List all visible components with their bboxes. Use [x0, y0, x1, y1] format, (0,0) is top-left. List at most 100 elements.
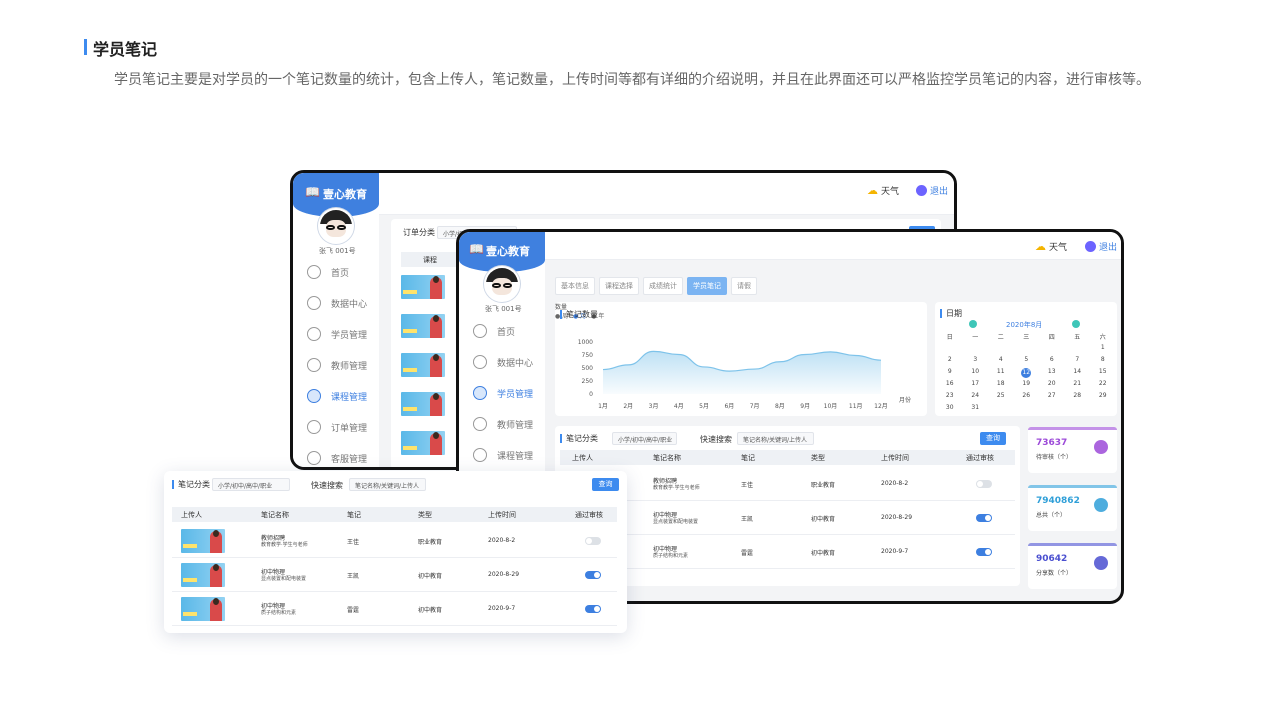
stat-label: 总共（个） [1036, 512, 1067, 519]
calendar-day[interactable]: 18 [988, 380, 1014, 387]
floating-notes-card: 笔记分类 小学/初中/高中/职业 快速搜索 笔记名称/关键词/上传人 查询 上传… [164, 471, 627, 633]
calendar-day[interactable]: 31 [963, 404, 989, 411]
calendar-day[interactable]: 29 [1090, 392, 1116, 399]
sidebar-item-2[interactable]: 学员管理 [473, 386, 533, 400]
calendar-day[interactable]: 21 [1065, 380, 1091, 387]
next-month-icon[interactable] [1072, 320, 1080, 328]
calendar-day[interactable]: 7 [1065, 356, 1091, 363]
approve-toggle[interactable] [976, 514, 992, 522]
approve-toggle[interactable] [976, 480, 992, 488]
calendar-day[interactable]: 10 [963, 368, 989, 378]
note-thumbnail[interactable] [181, 529, 225, 553]
table-row[interactable]: 初中物理 显点装置和配电装置 王凯 初中教育 2020-8-29 [172, 558, 617, 592]
calendar-day[interactable]: 30 [937, 404, 963, 411]
table-row[interactable]: 初中物理 质子结构和元素 雷霆 初中教育 2020-9-7 [172, 592, 617, 626]
tab-0[interactable]: 基本信息 [555, 277, 595, 295]
weather-widget[interactable]: ☁ 天气 [1035, 240, 1067, 253]
sidebar-item-4[interactable]: 课程管理 [307, 389, 367, 403]
avatar[interactable] [484, 266, 520, 302]
calendar-day-number: 12 [1021, 368, 1032, 378]
course-thumbnail[interactable] [401, 431, 445, 455]
table-header: 上传人 笔记名称 笔记 类型 上传时间 通过审核 [172, 507, 617, 522]
calendar-week-row: 2 3 4 5 6 7 8 [937, 356, 1116, 363]
logout-button[interactable]: 退出 [1085, 240, 1117, 253]
approve-toggle[interactable] [585, 605, 601, 613]
sidebar-item-5[interactable]: 订单管理 [307, 420, 367, 434]
approve-toggle[interactable] [585, 537, 601, 545]
calendar-day[interactable]: 15 [1090, 368, 1116, 378]
calendar-day[interactable]: 24 [963, 392, 989, 399]
sidebar-item-1[interactable]: 数据中心 [473, 355, 533, 369]
approve-toggle[interactable] [585, 571, 601, 579]
calendar-day[interactable]: 23 [937, 392, 963, 399]
table-row[interactable]: 初中物理 显点装置和配电装置 王凯 初中教育 2020-8-29 [560, 501, 1015, 535]
calendar-day[interactable]: 17 [963, 380, 989, 387]
logout-button[interactable]: 退出 [916, 184, 948, 197]
weather-widget[interactable]: ☁ 天气 [867, 184, 899, 197]
note-type: 初中教育 [811, 550, 836, 557]
calendar-day[interactable]: 4 [988, 356, 1014, 363]
toggle-knob [594, 606, 600, 612]
sidebar-item-3[interactable]: 教师管理 [473, 417, 533, 431]
calendar-day[interactable]: 14 [1065, 368, 1091, 378]
table-row[interactable]: 教师招聘 教育教学·学生与老师 王佳 职业教育 2020-8-2 [172, 524, 617, 558]
course-thumbnail[interactable] [401, 392, 445, 416]
calendar-day[interactable]: 11 [988, 368, 1014, 378]
table-row[interactable]: 教师招聘 教育教学·学生与老师 王佳 职业教育 2020-8-2 [560, 467, 1015, 501]
calendar-day[interactable]: 8 [1090, 356, 1116, 363]
calendar-day[interactable]: 3 [963, 356, 989, 363]
calendar-day[interactable]: 12 [1014, 368, 1040, 378]
calendar-day[interactable]: 20 [1039, 380, 1065, 387]
calendar-day[interactable]: 27 [1039, 392, 1065, 399]
calendar-day[interactable]: 13 [1039, 368, 1065, 378]
note-thumbnail[interactable] [181, 597, 225, 621]
tab-2[interactable]: 成绩统计 [643, 277, 683, 295]
calendar-day [963, 344, 989, 351]
weekday-label: 一 [972, 334, 979, 341]
sidebar-item-2[interactable]: 学员管理 [307, 327, 367, 341]
tab-3[interactable]: 学员笔记 [687, 277, 727, 295]
sidebar-item-0[interactable]: 首页 [473, 324, 515, 338]
calendar-day[interactable]: 6 [1039, 356, 1065, 363]
calendar-day [1014, 404, 1040, 411]
prev-month-icon[interactable] [969, 320, 977, 328]
search-input[interactable]: 笔记名称/关键词/上传人 [737, 432, 814, 445]
tab-1[interactable]: 课程选择 [599, 277, 639, 295]
calendar-day-number: 8 [1100, 356, 1105, 363]
course-thumbnail[interactable] [401, 314, 445, 338]
sidebar-item-0[interactable]: 首页 [307, 265, 349, 279]
calendar-day[interactable]: 28 [1065, 392, 1091, 399]
calendar-day[interactable]: 22 [1090, 380, 1116, 387]
calendar-day[interactable]: 25 [988, 392, 1014, 399]
sidebar-item-3[interactable]: 教师管理 [307, 358, 367, 372]
approve-toggle[interactable] [976, 548, 992, 556]
calendar-day[interactable]: 26 [1014, 392, 1040, 399]
sidebar-item-1[interactable]: 数据中心 [307, 296, 367, 310]
calendar-day[interactable]: 1 [1090, 344, 1116, 351]
calendar-day[interactable]: 9 [937, 368, 963, 378]
note-author: 雷霆 [741, 550, 754, 557]
calendar-day[interactable]: 19 [1014, 380, 1040, 387]
nav-icon [473, 417, 487, 431]
course-thumbnail[interactable] [401, 353, 445, 377]
thumb-head [433, 354, 439, 361]
upload-date: 2020-9-7 [881, 548, 909, 555]
search-input[interactable]: 笔记名称/关键词/上传人 [349, 478, 426, 491]
note-thumbnail[interactable] [181, 563, 225, 587]
note-category-field[interactable]: 小学/初中/高中/职业 [212, 478, 290, 491]
course-thumbnail[interactable] [401, 275, 445, 299]
sidebar-item-6[interactable]: 客服管理 [307, 451, 367, 465]
sidebar-item-4[interactable]: 课程管理 [473, 448, 533, 462]
avatar[interactable] [318, 208, 354, 244]
note-subtitle: 教育教学·学生与老师 [653, 485, 700, 491]
calendar-day[interactable]: 5 [1014, 356, 1040, 363]
query-button[interactable]: 查询 [592, 478, 619, 491]
tab-4[interactable]: 请假 [731, 277, 757, 295]
logout-icon [916, 185, 927, 196]
note-category-field[interactable]: 小学/初中/高中/职业 [612, 432, 677, 445]
calendar-day[interactable]: 16 [937, 380, 963, 387]
calendar-day[interactable]: 2 [937, 356, 963, 363]
calendar-day-number: 25 [996, 392, 1005, 399]
query-button[interactable]: 查询 [980, 432, 1006, 445]
table-row[interactable]: 初中物理 质子结构和元素 雷霆 初中教育 2020-9-7 [560, 535, 1015, 569]
